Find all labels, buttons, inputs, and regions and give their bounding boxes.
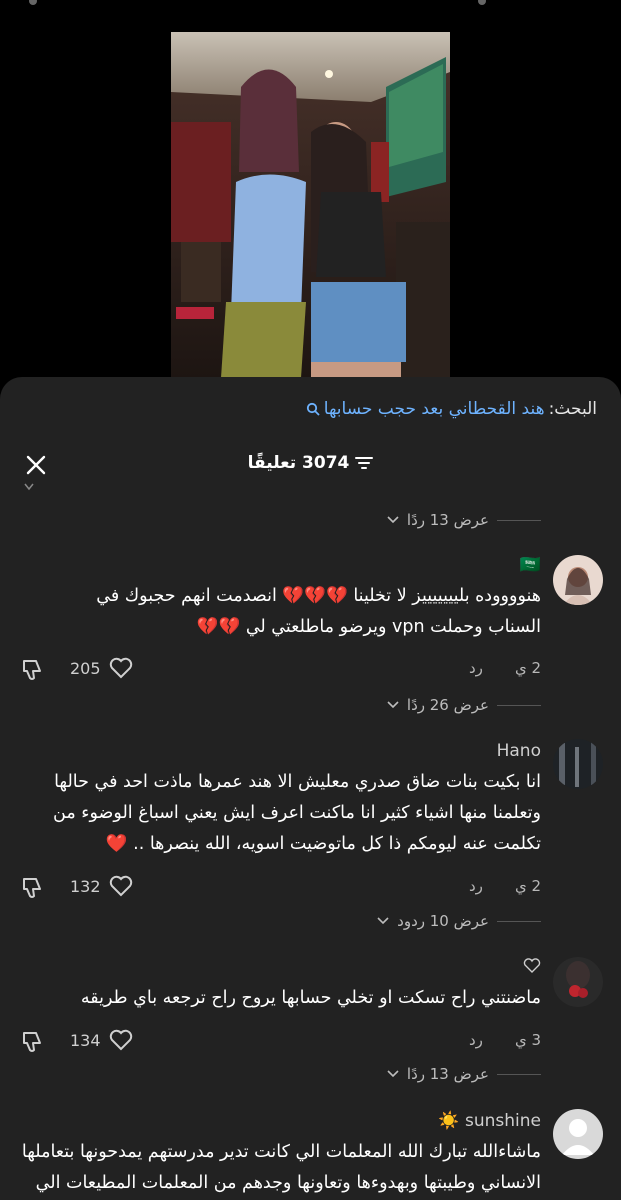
divider xyxy=(497,519,541,521)
video-thumbnail[interactable] xyxy=(171,32,450,378)
chevron-down-icon xyxy=(377,917,389,925)
like-button[interactable]: 132 xyxy=(70,875,133,897)
comment-time: 3 ي xyxy=(514,1031,541,1049)
comment-text: هنووووده بليييييييز لا تخلينا 💔💔💔 انصدمت… xyxy=(20,581,541,643)
comments-count: 3074 تعليقًا xyxy=(247,453,350,473)
comment-text: انا بكيت بنات ضاق صدري معليش الا هند عمر… xyxy=(20,767,541,860)
view-replies-label: عرض 13 ردًا xyxy=(406,511,489,529)
view-replies-label: عرض 10 ردود xyxy=(397,912,489,930)
comment-line: الانساني وطيبتها وبهدوءها وتعاونها وجدهم… xyxy=(35,1173,541,1193)
video-image xyxy=(171,32,450,378)
video-area[interactable] xyxy=(0,0,621,400)
comment-line: انا بكيت بنات ضاق صدري معليش الا هند عمر… xyxy=(54,772,541,792)
comment-time: 2 ي xyxy=(514,877,541,895)
divider xyxy=(497,1073,541,1075)
divider xyxy=(497,704,541,706)
avatar[interactable] xyxy=(553,1109,603,1159)
creator-liked-icon xyxy=(523,958,541,973)
chevron-down-icon xyxy=(387,516,399,524)
comment-time: 2 ي xyxy=(514,659,541,677)
comment-line: تكلمت عنه ليومكم ذا كل ماتوضيت اسويه، ال… xyxy=(105,834,541,854)
heart-icon xyxy=(109,1029,132,1051)
comment-author[interactable]: sunshine ☀️ xyxy=(438,1111,541,1131)
chevron-down-icon xyxy=(387,701,399,709)
avatar[interactable] xyxy=(553,555,603,605)
comment-line: هنووووده بليييييييز لا تخلينا 💔💔💔 انصدمت… xyxy=(96,586,541,606)
top-indicator xyxy=(0,0,621,8)
comment-author[interactable]: 🇸🇦 xyxy=(520,555,541,575)
dislike-icon[interactable] xyxy=(20,657,46,683)
comments-sheet: البحث: هند القحطاني بعد حجب حسابها 3074 … xyxy=(0,377,621,1200)
view-replies-label: عرض 26 ردًا xyxy=(406,696,489,714)
avatar[interactable] xyxy=(553,957,603,1007)
view-replies-button[interactable]: عرض 26 ردًا xyxy=(387,696,541,714)
comment-meta: 3 ي رد xyxy=(469,1031,541,1049)
comment-text: ماشاءالله تبارك الله المعلمات الي كانت ت… xyxy=(20,1137,541,1199)
view-replies-button[interactable]: عرض 10 ردود xyxy=(377,912,541,930)
view-replies-button[interactable]: عرض 13 ردًا xyxy=(387,511,541,529)
reply-button[interactable]: رد xyxy=(469,659,483,677)
reply-button[interactable]: رد xyxy=(469,1031,483,1049)
filter-icon xyxy=(355,457,374,469)
heart-icon xyxy=(109,657,132,679)
comment-line: ماضنتني راح تسكت او تخلي حسابها يروح راح… xyxy=(80,988,541,1008)
avatar[interactable] xyxy=(553,739,603,789)
comment-line: السناب وحملت vpn ويرضو ماطلعتي لي 💔💔 xyxy=(196,617,541,637)
like-button[interactable]: 134 xyxy=(70,1029,133,1051)
search-icon xyxy=(306,402,320,416)
comment-text: ماضنتني راح تسكت او تخلي حسابها يروح راح… xyxy=(20,983,541,1014)
comment-line: وتعلمنا منها اشياء كثير انا ماكنت اعرف ا… xyxy=(53,803,541,823)
comment-line: ماشاءالله تبارك الله المعلمات الي كانت ت… xyxy=(21,1142,541,1162)
like-count: 132 xyxy=(70,876,101,896)
dislike-icon[interactable] xyxy=(20,875,46,901)
search-prefix: البحث: xyxy=(548,399,597,419)
search-suggestion[interactable]: البحث: هند القحطاني بعد حجب حسابها xyxy=(306,399,597,419)
partial-icon xyxy=(24,483,34,491)
like-count: 134 xyxy=(70,1030,101,1050)
dislike-icon[interactable] xyxy=(20,1029,46,1055)
like-button[interactable]: 205 xyxy=(70,657,133,679)
like-count: 205 xyxy=(70,658,101,678)
view-replies-button[interactable]: عرض 13 ردًا xyxy=(387,1065,541,1083)
comment-meta: 2 ي رد xyxy=(469,659,541,677)
comment-meta: 2 ي رد xyxy=(469,877,541,895)
reply-button[interactable]: رد xyxy=(469,877,483,895)
heart-icon xyxy=(109,875,132,897)
sheet-header: 3074 تعليقًا xyxy=(0,447,621,483)
comments-title[interactable]: 3074 تعليقًا xyxy=(0,453,621,473)
comment-author[interactable]: Hano xyxy=(497,741,541,761)
divider xyxy=(497,920,541,922)
view-replies-label: عرض 13 ردًا xyxy=(406,1065,489,1083)
chevron-down-icon xyxy=(387,1070,399,1078)
search-query-link[interactable]: هند القحطاني بعد حجب حسابها xyxy=(324,399,545,419)
